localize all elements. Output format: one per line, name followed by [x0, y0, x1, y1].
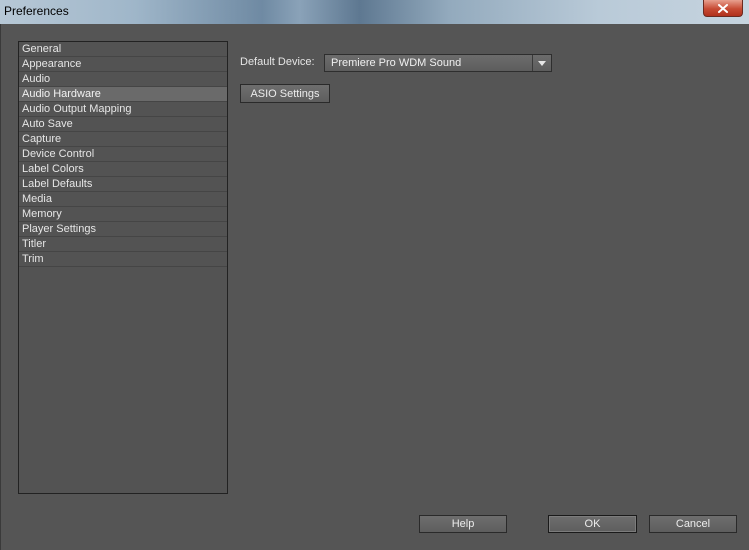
sidebar-item-memory[interactable]: Memory: [19, 207, 227, 222]
help-button[interactable]: Help: [419, 515, 507, 533]
default-device-value: Premiere Pro WDM Sound: [331, 57, 462, 69]
sidebar-item-audio[interactable]: Audio: [19, 72, 227, 87]
sidebar-item-label-colors[interactable]: Label Colors: [19, 162, 227, 177]
asio-settings-button[interactable]: ASIO Settings: [240, 84, 330, 103]
sidebar-item-titler[interactable]: Titler: [19, 237, 227, 252]
sidebar-item-trim[interactable]: Trim: [19, 252, 227, 267]
sidebar-item-device-control[interactable]: Device Control: [19, 147, 227, 162]
close-icon: [718, 3, 728, 13]
sidebar-item-audio-output-mapping[interactable]: Audio Output Mapping: [19, 102, 227, 117]
chevron-down-icon: [538, 60, 546, 66]
sidebar-item-label-defaults[interactable]: Label Defaults: [19, 177, 227, 192]
dropdown-arrow[interactable]: [532, 55, 551, 71]
sidebar-item-general[interactable]: General: [19, 42, 227, 57]
cancel-button[interactable]: Cancel: [649, 515, 737, 533]
sidebar-item-appearance[interactable]: Appearance: [19, 57, 227, 72]
sidebar-item-player-settings[interactable]: Player Settings: [19, 222, 227, 237]
category-list[interactable]: General Appearance Audio Audio Hardware …: [18, 41, 228, 494]
sidebar-item-audio-hardware[interactable]: Audio Hardware: [19, 87, 227, 102]
sidebar-item-auto-save[interactable]: Auto Save: [19, 117, 227, 132]
ok-button[interactable]: OK: [548, 515, 637, 533]
sidebar-item-capture[interactable]: Capture: [19, 132, 227, 147]
default-device-select[interactable]: Premiere Pro WDM Sound: [324, 54, 552, 72]
window-title: Preferences: [4, 4, 69, 18]
close-button[interactable]: [703, 0, 743, 17]
title-bar: Preferences: [0, 0, 749, 24]
preferences-content: General Appearance Audio Audio Hardware …: [0, 24, 749, 550]
default-device-label: Default Device:: [240, 56, 315, 68]
sidebar-item-media[interactable]: Media: [19, 192, 227, 207]
